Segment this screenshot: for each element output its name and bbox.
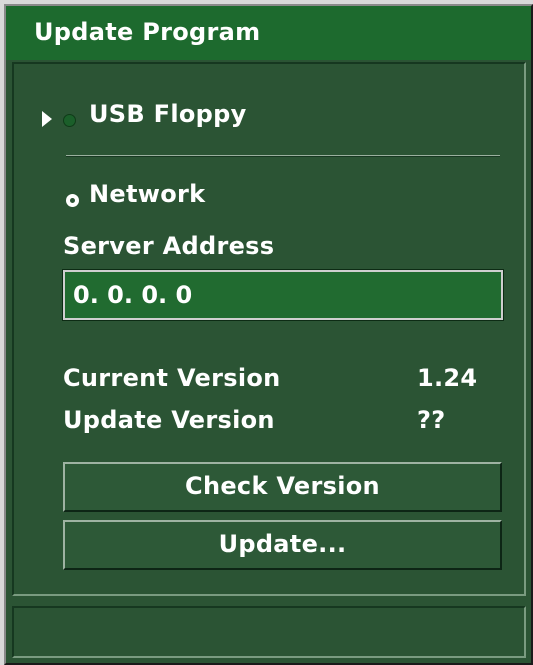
usb-floppy-option[interactable]: USB Floppy xyxy=(89,100,247,128)
status-bar xyxy=(12,606,526,658)
network-option[interactable]: Network xyxy=(89,180,205,208)
focus-arrow-icon xyxy=(42,111,52,127)
update-button[interactable]: Update... xyxy=(63,520,502,570)
update-version-label: Update Version xyxy=(63,406,275,434)
server-address-input[interactable]: 0. 0. 0. 0 xyxy=(62,269,504,321)
title-bar: Update Program xyxy=(6,6,531,60)
current-version-value: 1.24 xyxy=(417,364,478,392)
content-frame xyxy=(12,62,526,596)
radio-unselected-icon[interactable] xyxy=(63,114,76,127)
check-version-button[interactable]: Check Version xyxy=(63,462,502,512)
divider xyxy=(66,155,500,157)
server-address-label: Server Address xyxy=(63,232,275,260)
update-version-value: ?? xyxy=(417,406,446,434)
current-version-label: Current Version xyxy=(63,364,281,392)
window-title: Update Program xyxy=(34,18,261,46)
update-program-panel: Update Program USB Floppy Network Server… xyxy=(4,4,533,665)
radio-selected-icon[interactable] xyxy=(66,194,79,207)
